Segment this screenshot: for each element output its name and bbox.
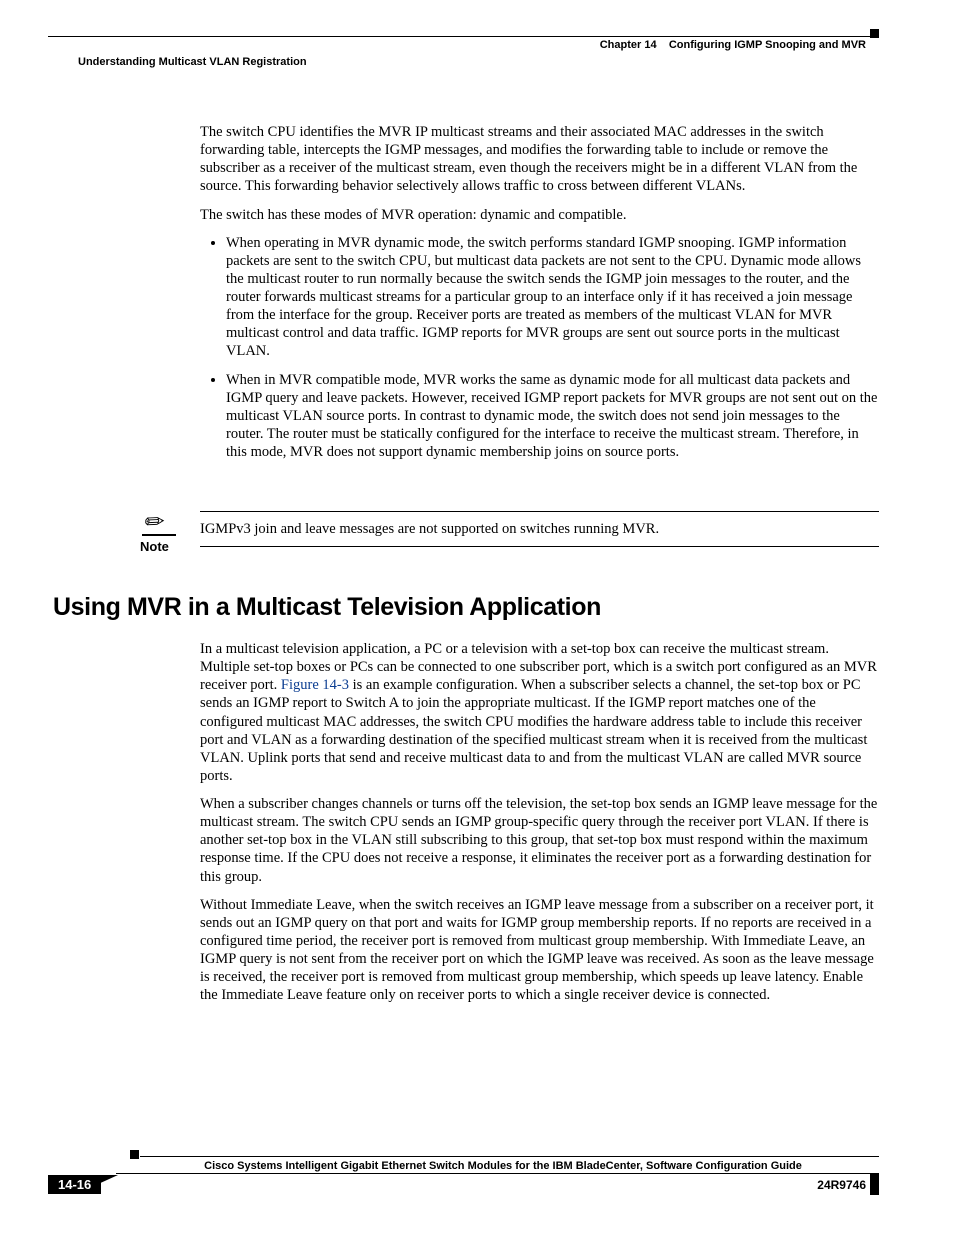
section-body: In a multicast television application, a… (200, 640, 879, 1014)
note-gutter: ✎ Note (140, 511, 190, 554)
figure-crossref-link[interactable]: Figure 14-3 (281, 677, 349, 693)
bullet-list: When operating in MVR dynamic mode, the … (200, 234, 879, 462)
paragraph: The switch CPU identifies the MVR IP mul… (200, 123, 879, 196)
running-header-section: Understanding Multicast VLAN Registratio… (78, 56, 307, 68)
footer-book-title: Cisco Systems Intelligent Gigabit Ethern… (140, 1160, 866, 1172)
page-number-wing (96, 1175, 118, 1185)
note-block: ✎ Note IGMPv3 join and leave messages ar… (140, 511, 879, 554)
pencil-icon: ✎ (140, 507, 170, 537)
footer-corner-marker (130, 1150, 139, 1159)
footer-doc-number: 24R9746 (817, 1178, 866, 1192)
paragraph: The switch has these modes of MVR operat… (200, 206, 879, 224)
header-rule (48, 36, 879, 37)
paragraph: In a multicast television application, a… (200, 640, 879, 785)
page: Chapter 14 Configuring IGMP Snooping and… (0, 0, 954, 1235)
chapter-title: Configuring IGMP Snooping and MVR (669, 39, 866, 51)
body-text-block: The switch CPU identifies the MVR IP mul… (200, 123, 879, 471)
paragraph: When a subscriber changes channels or tu… (200, 795, 879, 886)
footer-rule-lower (116, 1173, 870, 1174)
section-heading: Using MVR in a Multicast Television Appl… (53, 593, 601, 622)
list-item: When operating in MVR dynamic mode, the … (226, 234, 879, 361)
note-label: Note (140, 539, 190, 554)
footer-right-marker (870, 1173, 879, 1195)
footer-rule-upper (140, 1156, 879, 1157)
paragraph: Without Immediate Leave, when the switch… (200, 896, 879, 1005)
list-item: When in MVR compatible mode, MVR works t… (226, 371, 879, 462)
page-number-badge: 14-16 (48, 1175, 101, 1194)
running-header-chapter: Chapter 14 Configuring IGMP Snooping and… (600, 39, 866, 51)
note-text: IGMPv3 join and leave messages are not s… (200, 511, 879, 547)
chapter-label: Chapter 14 (600, 39, 657, 51)
